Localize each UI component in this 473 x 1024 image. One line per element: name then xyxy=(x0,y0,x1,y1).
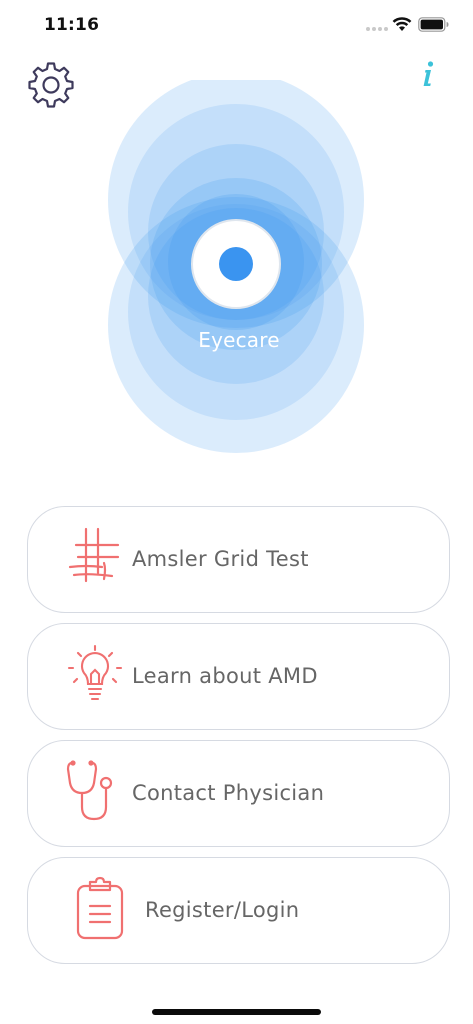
menu-item-label: Contact Physician xyxy=(132,781,325,805)
amsler-grid-test-button[interactable]: Amsler Grid Test xyxy=(27,506,450,613)
menu-item-label: Amsler Grid Test xyxy=(132,547,309,571)
contact-physician-button[interactable]: Contact Physician xyxy=(27,740,450,847)
app-name-label: Eyecare xyxy=(198,328,280,352)
status-time: 11:16 xyxy=(44,15,100,35)
battery-icon xyxy=(418,17,449,32)
clipboard-icon xyxy=(76,876,124,940)
menu-item-label: Register/Login xyxy=(145,898,300,922)
stethoscope-icon xyxy=(66,760,113,821)
info-icon[interactable] xyxy=(416,60,440,88)
grid-icon xyxy=(68,527,120,583)
learn-about-amd-button[interactable]: Learn about AMD xyxy=(27,623,450,730)
home-indicator[interactable] xyxy=(152,1009,321,1015)
gear-icon[interactable] xyxy=(27,61,75,109)
menu-item-label: Learn about AMD xyxy=(132,664,318,688)
cellular-signal-icon xyxy=(366,27,388,31)
eyecare-logo xyxy=(108,80,364,453)
wifi-icon xyxy=(392,17,412,31)
lightbulb-icon xyxy=(67,644,123,701)
register-login-button[interactable]: Register/Login xyxy=(27,857,450,964)
status-bar: 11:16 xyxy=(0,0,473,48)
